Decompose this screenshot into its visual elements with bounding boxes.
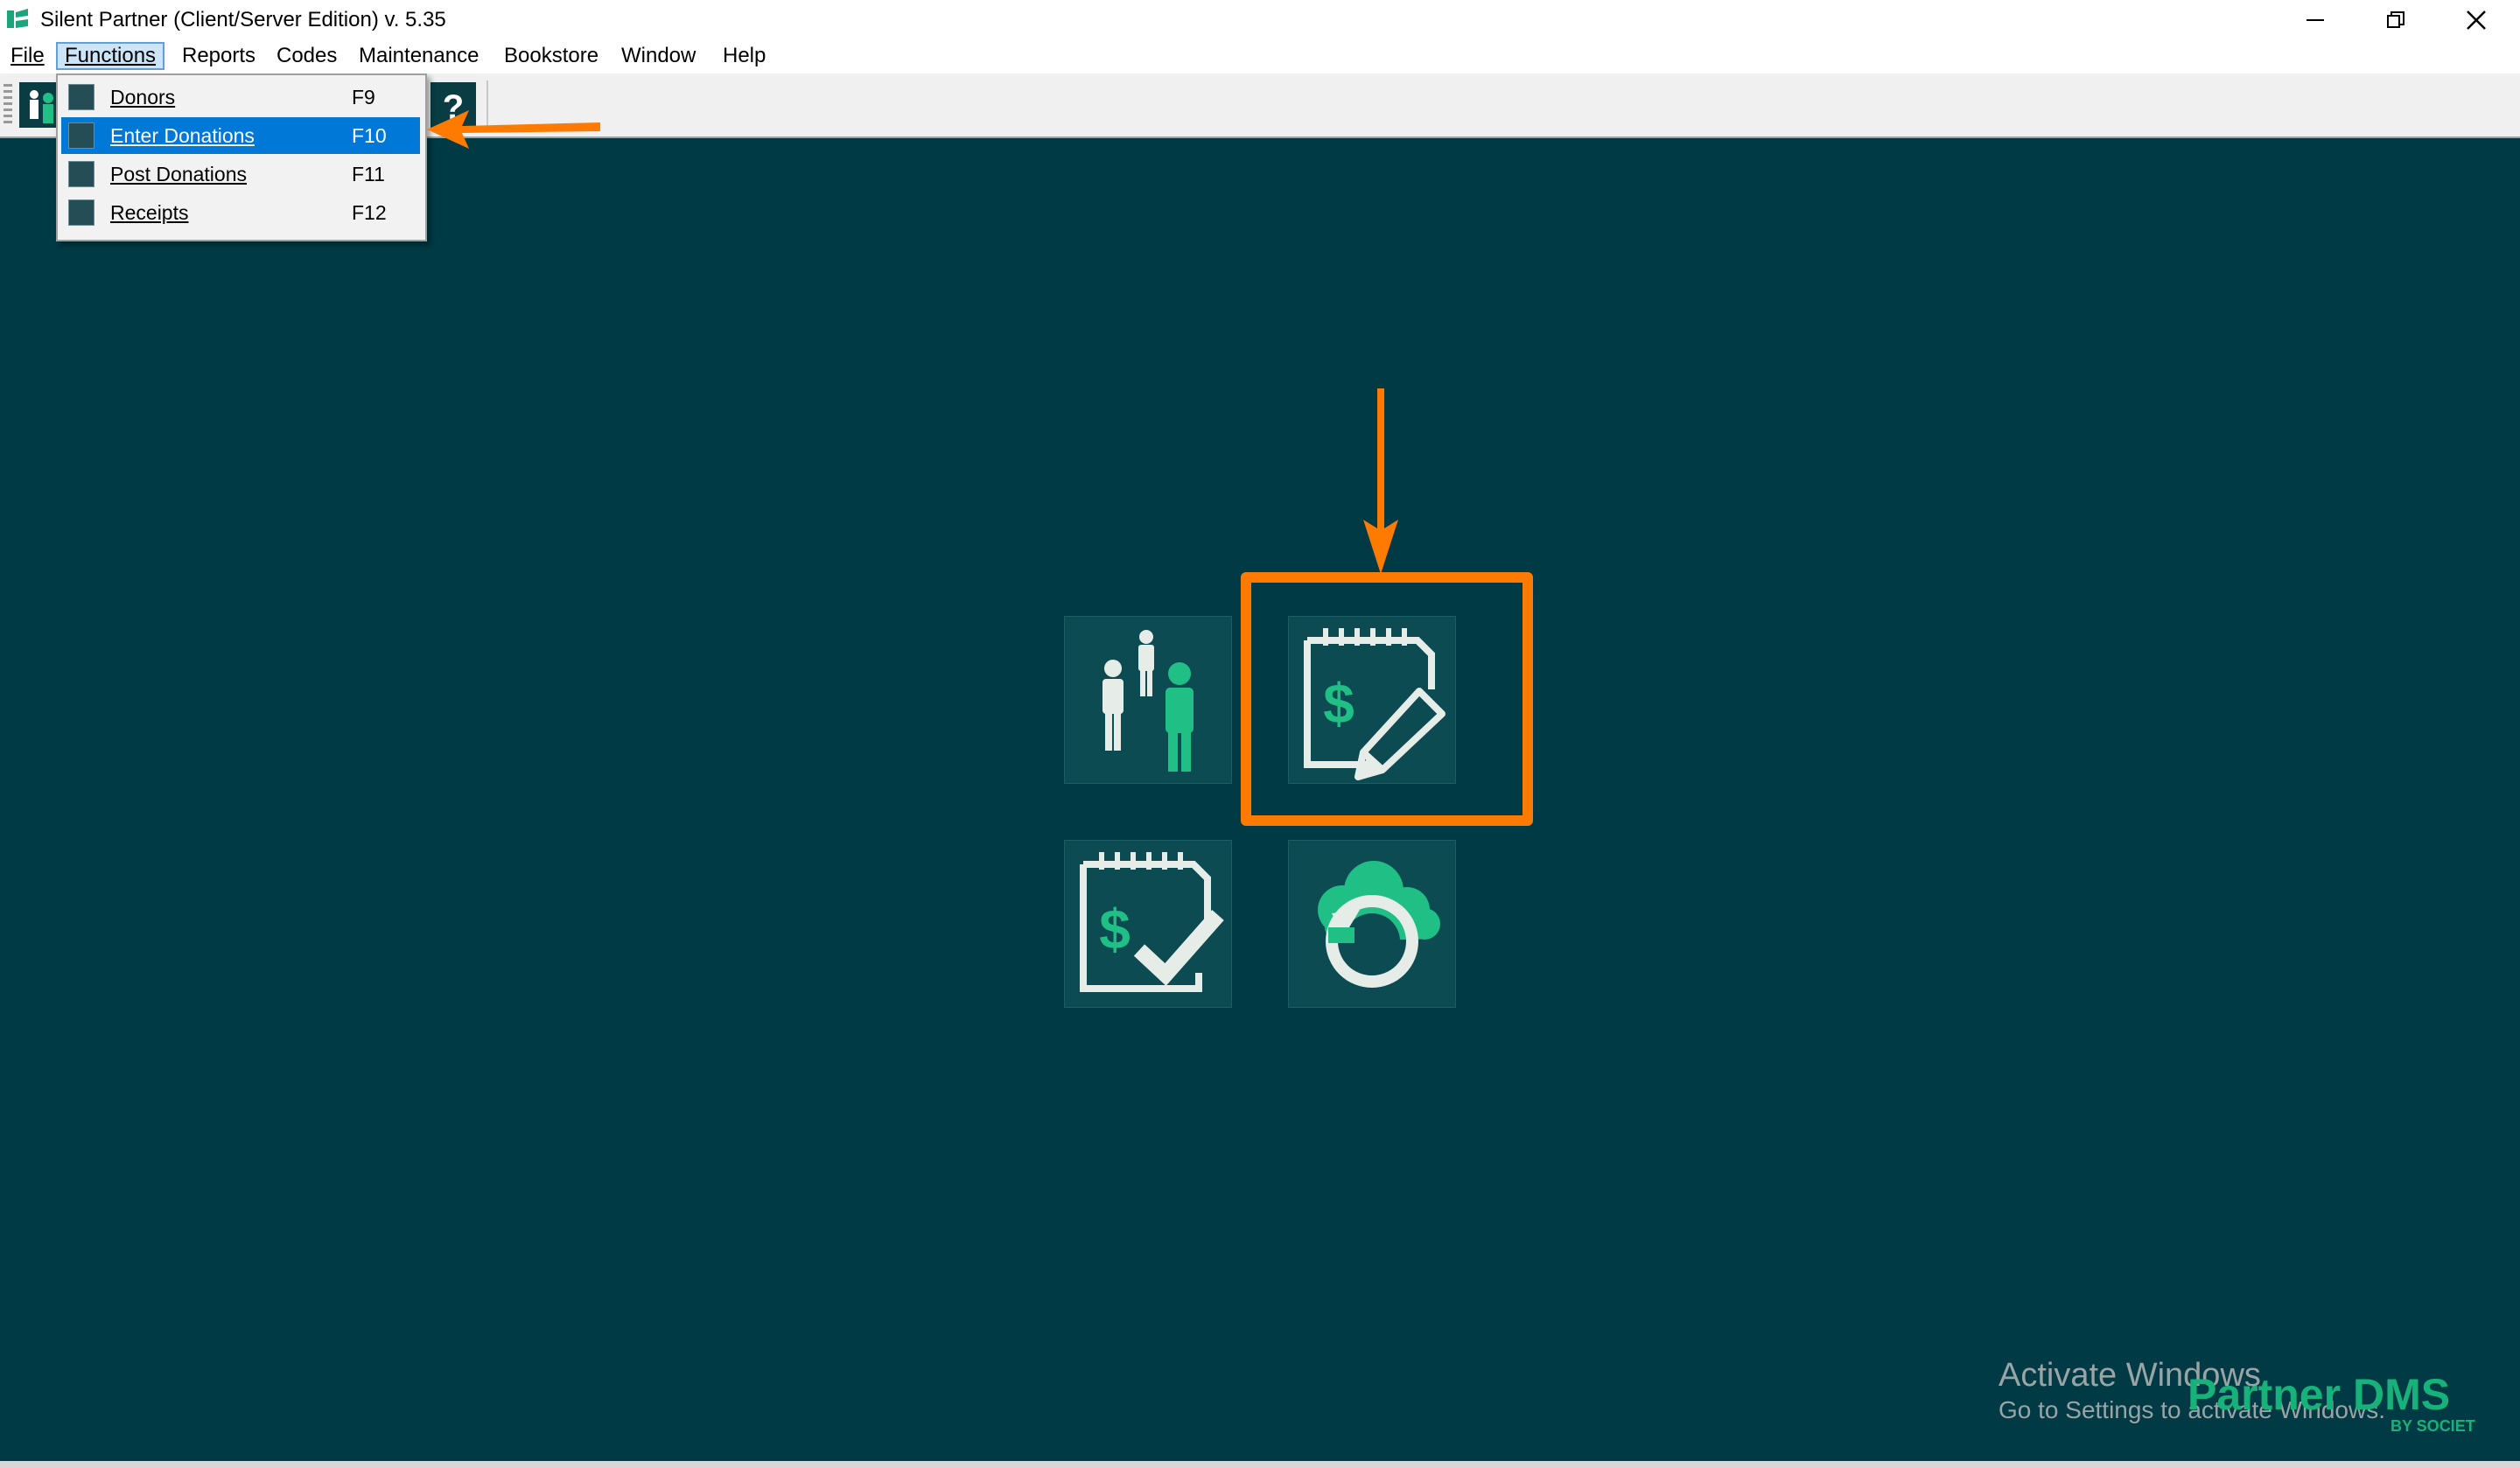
menu-item-label: Receipts: [110, 201, 189, 224]
status-bar: [0, 1461, 2520, 1468]
minimize-button[interactable]: [2275, 0, 2356, 40]
menu-maintenance[interactable]: Maintenance: [352, 42, 486, 70]
menu-codes[interactable]: Codes: [270, 42, 344, 70]
tile-donors[interactable]: [1064, 616, 1232, 784]
menu-item-label: Post Donations: [110, 163, 247, 185]
restore-button[interactable]: [2356, 0, 2436, 40]
enter-donations-icon: [68, 122, 94, 149]
menu-item-label: Enter Donations: [110, 124, 255, 147]
menu-reports[interactable]: Reports: [175, 42, 262, 70]
tile-post-donations[interactable]: $: [1064, 840, 1232, 1008]
toolbar-grip[interactable]: [4, 84, 12, 124]
menu-item-shortcut: F10: [352, 124, 387, 147]
brand-logo: Partner DMS: [2188, 1370, 2451, 1419]
pointer-arrow-down: [1363, 388, 1398, 574]
app-logo-icon: [7, 9, 28, 28]
close-button[interactable]: [2436, 0, 2516, 40]
donors-icon: [68, 84, 94, 110]
menu-item-shortcut: F11: [352, 163, 385, 185]
menu-bar: File Functions Reports Codes Maintenance…: [0, 40, 2520, 74]
post-donations-icon: [68, 161, 94, 187]
menu-item-post-donations[interactable]: Post Donations F11: [61, 156, 420, 192]
menu-item-shortcut: F12: [352, 201, 387, 224]
menu-item-enter-donations[interactable]: Enter Donations F10: [61, 117, 420, 154]
highlight-box: [1241, 572, 1533, 826]
menu-item-label: Donors: [110, 86, 176, 108]
menu-item-shortcut: F9: [352, 86, 375, 108]
brand-subtitle: BY SOCIET: [2390, 1417, 2475, 1435]
menu-window[interactable]: Window: [614, 42, 703, 70]
close-icon: [2467, 10, 2486, 30]
receipts-icon: [68, 199, 94, 226]
functions-menu: Donors F9 Enter Donations F10 Post Donations…: [56, 73, 427, 241]
title-bar: Silent Partner (Client/Server Edition) v…: [0, 0, 2520, 40]
tile-sync[interactable]: [1288, 840, 1456, 1008]
donors-icon: [1102, 630, 1194, 772]
window-title: Silent Partner (Client/Server Edition) v…: [40, 8, 446, 31]
svg-text:$: $: [1099, 898, 1130, 961]
pointer-arrow-left: [427, 110, 600, 149]
menu-functions[interactable]: Functions: [56, 42, 165, 70]
menu-item-receipts[interactable]: Receipts F12: [61, 194, 420, 231]
post-donations-icon: $: [1080, 852, 1224, 992]
menu-help[interactable]: Help: [716, 42, 773, 70]
restore-icon: [2387, 11, 2404, 28]
cloud-sync-icon: [1318, 861, 1440, 988]
menu-file[interactable]: File: [4, 42, 52, 70]
minimize-icon: [2306, 19, 2324, 21]
menu-item-donors[interactable]: Donors F9: [61, 79, 420, 115]
menu-bookstore[interactable]: Bookstore: [497, 42, 606, 70]
